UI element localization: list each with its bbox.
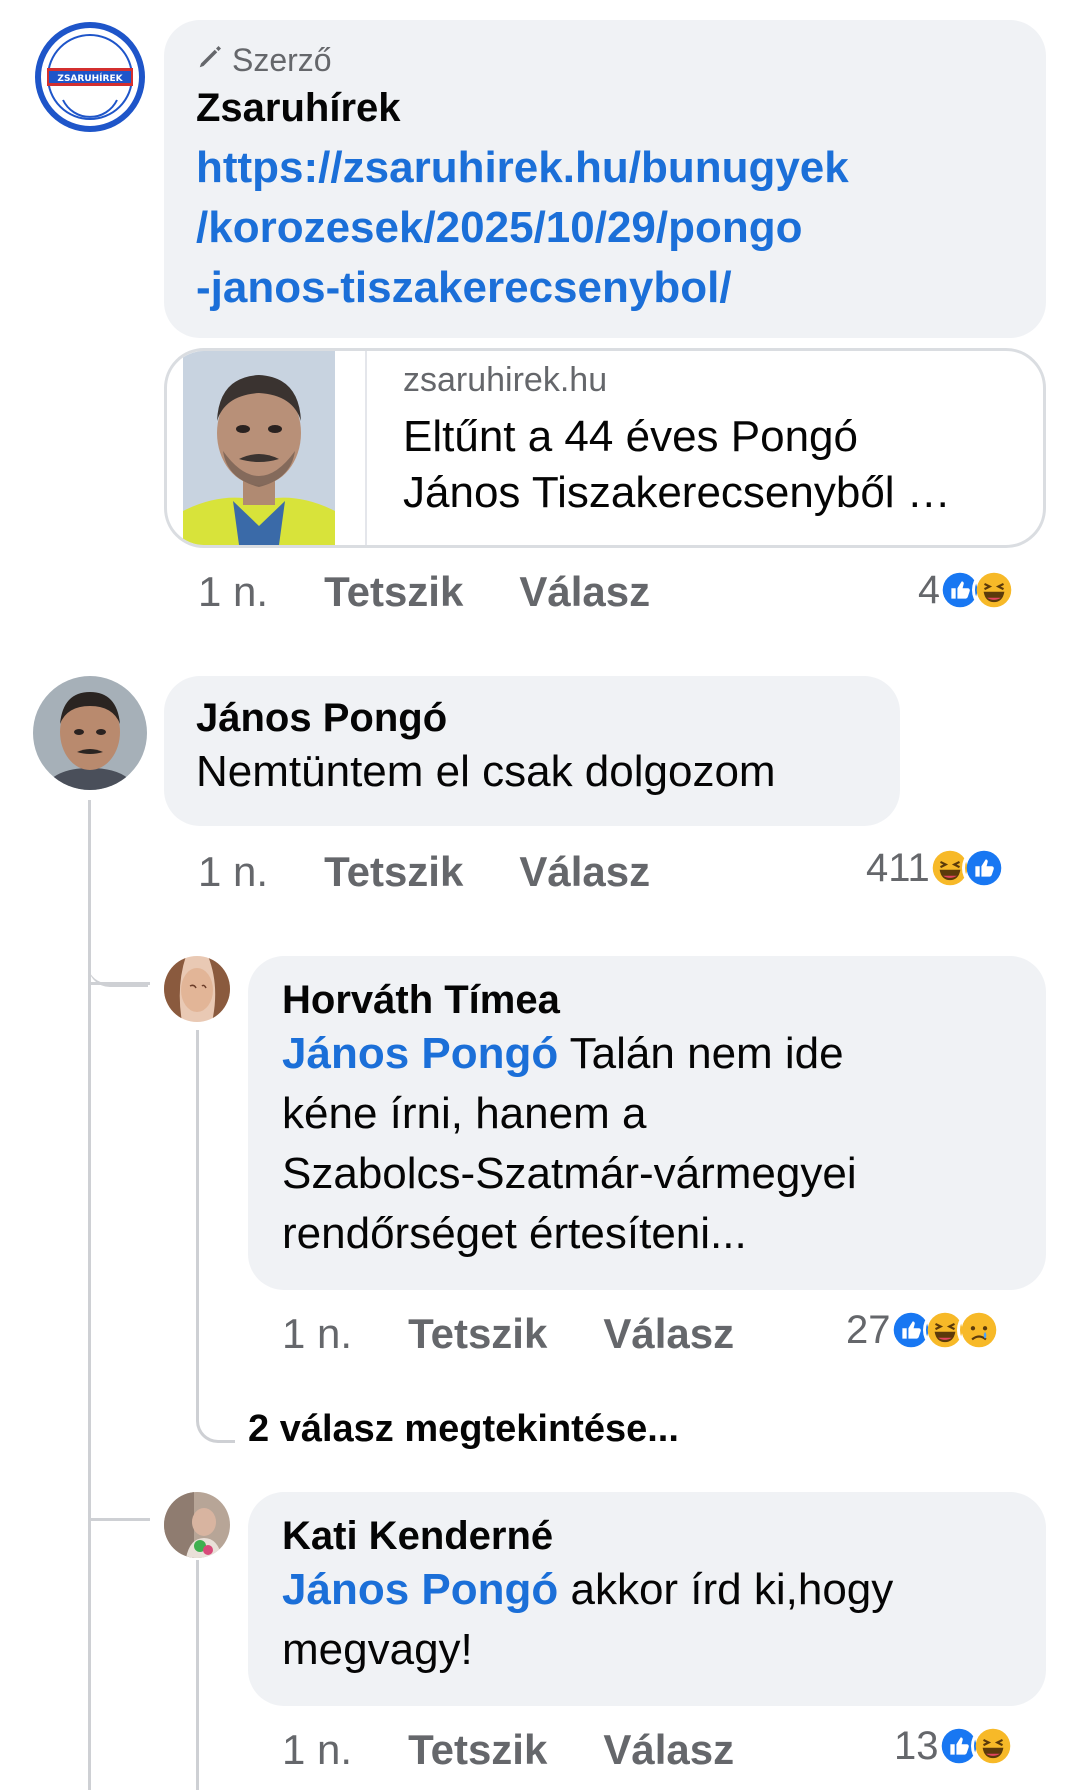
mention-link[interactable]: János Pongó <box>282 1565 558 1614</box>
replier-avatar[interactable] <box>164 956 230 1022</box>
comment-reactions[interactable]: 411 <box>866 838 1006 898</box>
zsaruhirek-avatar[interactable]: ZSARUHÍREK <box>33 20 147 134</box>
preview-title[interactable]: Eltűnt a 44 éves Pongó János Tiszakerecs… <box>403 409 1033 521</box>
thread-line <box>88 1518 150 1521</box>
reply-actions: 1 n. Tetszik Válasz <box>282 1304 790 1364</box>
reply-bubble[interactable]: Horváth Tímea János Pongó Talán nem ide … <box>248 956 1046 1290</box>
comment-thread: ZSARUHÍREK Szerző Zsaruhírek https://zsa… <box>0 0 1080 1790</box>
comment-text: Nemtüntem el csak dolgozom <box>196 747 776 796</box>
haha-reaction-icon <box>972 568 1017 612</box>
reply-button[interactable]: Válasz <box>519 568 650 616</box>
post-link-line[interactable]: -janos-tiszakerecsenybol/ <box>196 258 1014 318</box>
reaction-count: 4 <box>918 567 941 612</box>
reply-reactions[interactable]: 13 <box>894 1716 1015 1776</box>
like-reaction-icon <box>961 846 1006 890</box>
sad-reaction-icon <box>956 1308 1001 1352</box>
svg-text:ZSARUHÍREK: ZSARUHÍREK <box>57 72 123 84</box>
thread-line <box>88 982 150 985</box>
reply-button[interactable]: Válasz <box>603 1310 734 1358</box>
like-button[interactable]: Tetszik <box>324 568 463 616</box>
post-time[interactable]: 1 n. <box>198 568 268 616</box>
comment-bubble[interactable]: János Pongó Nemtüntem el csak dolgozom <box>164 676 900 826</box>
post-link-line[interactable]: /korozesek/2025/10/29/pongo <box>196 198 1014 258</box>
like-button[interactable]: Tetszik <box>408 1726 547 1774</box>
preview-divider <box>365 351 367 545</box>
reply-connector <box>196 1030 235 1443</box>
reply-button[interactable]: Válasz <box>519 848 650 896</box>
post-link[interactable]: https://zsaruhirek.hu/bunugyek /korozese… <box>196 138 1014 318</box>
reply-author[interactable]: Horváth Tímea <box>282 976 1012 1024</box>
pencil-icon <box>196 40 226 80</box>
link-preview-card[interactable]: zsaruhirek.hu Eltűnt a 44 éves Pongó Ján… <box>164 348 1046 548</box>
author-badge: Szerző <box>196 40 1014 80</box>
comment-author[interactable]: János Pongó <box>196 694 868 742</box>
reaction-count: 27 <box>846 1307 891 1352</box>
like-button[interactable]: Tetszik <box>324 848 463 896</box>
reaction-count: 411 <box>866 845 930 890</box>
replier-avatar[interactable] <box>164 1492 230 1558</box>
haha-reaction-icon <box>970 1724 1015 1768</box>
reply-reactions[interactable]: 27 <box>846 1300 1001 1360</box>
post-actions: 1 n. Tetszik Válasz <box>198 562 706 622</box>
post-link-line[interactable]: https://zsaruhirek.hu/bunugyek <box>196 138 1014 198</box>
reply-thread-line <box>196 1560 199 1790</box>
reply-author[interactable]: Kati Kenderné <box>282 1512 1012 1560</box>
reply-actions: 1 n. Tetszik Válasz <box>282 1720 790 1780</box>
preview-domain: zsaruhirek.hu <box>403 361 608 399</box>
reaction-count: 13 <box>894 1723 939 1768</box>
comment-actions: 1 n. Tetszik Válasz <box>198 842 706 902</box>
reply-time[interactable]: 1 n. <box>282 1726 352 1774</box>
comment-time[interactable]: 1 n. <box>198 848 268 896</box>
post-reactions[interactable]: 4 <box>918 560 1017 620</box>
reply-text: János Pongó akkor írd ki,hogy megvagy! <box>282 1565 894 1674</box>
like-button[interactable]: Tetszik <box>408 1310 547 1358</box>
thread-connector <box>88 920 148 987</box>
post-bubble[interactable]: Szerző Zsaruhírek https://zsaruhirek.hu/… <box>164 20 1046 338</box>
view-more-replies[interactable]: 2 válasz megtekintése... <box>248 1408 679 1451</box>
reply-text: János Pongó Talán nem ide kéne írni, han… <box>282 1029 857 1258</box>
mention-link[interactable]: János Pongó <box>282 1029 558 1078</box>
post-author[interactable]: Zsaruhírek <box>196 84 1014 132</box>
commenter-avatar[interactable] <box>33 676 147 790</box>
reply-bubble[interactable]: Kati Kenderné János Pongó akkor írd ki,h… <box>248 1492 1046 1706</box>
reply-time[interactable]: 1 n. <box>282 1310 352 1358</box>
reply-button[interactable]: Válasz <box>603 1726 734 1774</box>
preview-thumbnail <box>183 351 335 545</box>
